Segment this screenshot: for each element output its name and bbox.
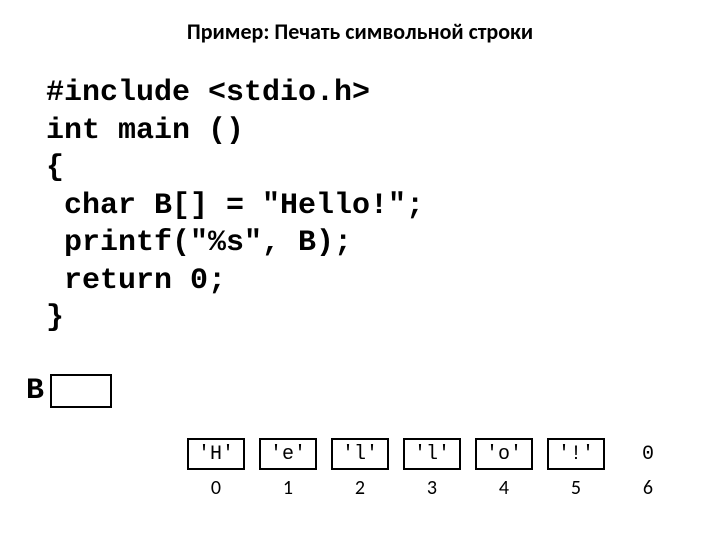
cell-col: 'l' 2 (324, 438, 396, 500)
cell-col: '!' 5 (540, 438, 612, 500)
pointer-row: B (26, 374, 690, 408)
cell-box: 'H' (187, 438, 245, 470)
cell-box: 'l' (403, 438, 461, 470)
cell-index: 1 (283, 476, 293, 500)
cell-index: 2 (355, 476, 365, 500)
slide-title: Пример: Печать символьной строки (30, 18, 690, 45)
cell-box: 'e' (259, 438, 317, 470)
cell-index: 3 (427, 476, 437, 500)
cell-box: 'l' (331, 438, 389, 470)
slide: Пример: Печать символьной строки #includ… (0, 0, 720, 540)
cell-index: 0 (211, 476, 221, 500)
cell-col: 'o' 4 (468, 438, 540, 500)
cell-box: 'o' (475, 438, 533, 470)
pointer-box (50, 374, 112, 408)
cell-col: 0 6 (612, 438, 684, 500)
pointer-label: B (26, 374, 44, 408)
cell-box-noborder: 0 (619, 438, 677, 470)
array-diagram: B 'H' 0 'e' 1 'l' 2 'l' 3 'o' 4 (30, 374, 690, 500)
cell-col: 'e' 1 (252, 438, 324, 500)
cell-col: 'l' 3 (396, 438, 468, 500)
cell-index: 4 (499, 476, 509, 500)
cell-box: '!' (547, 438, 605, 470)
cell-col: 'H' 0 (180, 438, 252, 500)
cell-index: 6 (643, 476, 653, 500)
cells-row: 'H' 0 'e' 1 'l' 2 'l' 3 'o' 4 '!' 5 (180, 438, 690, 500)
cell-index: 5 (571, 476, 581, 500)
code-block: #include <stdio.h> int main () { char B[… (46, 75, 690, 338)
